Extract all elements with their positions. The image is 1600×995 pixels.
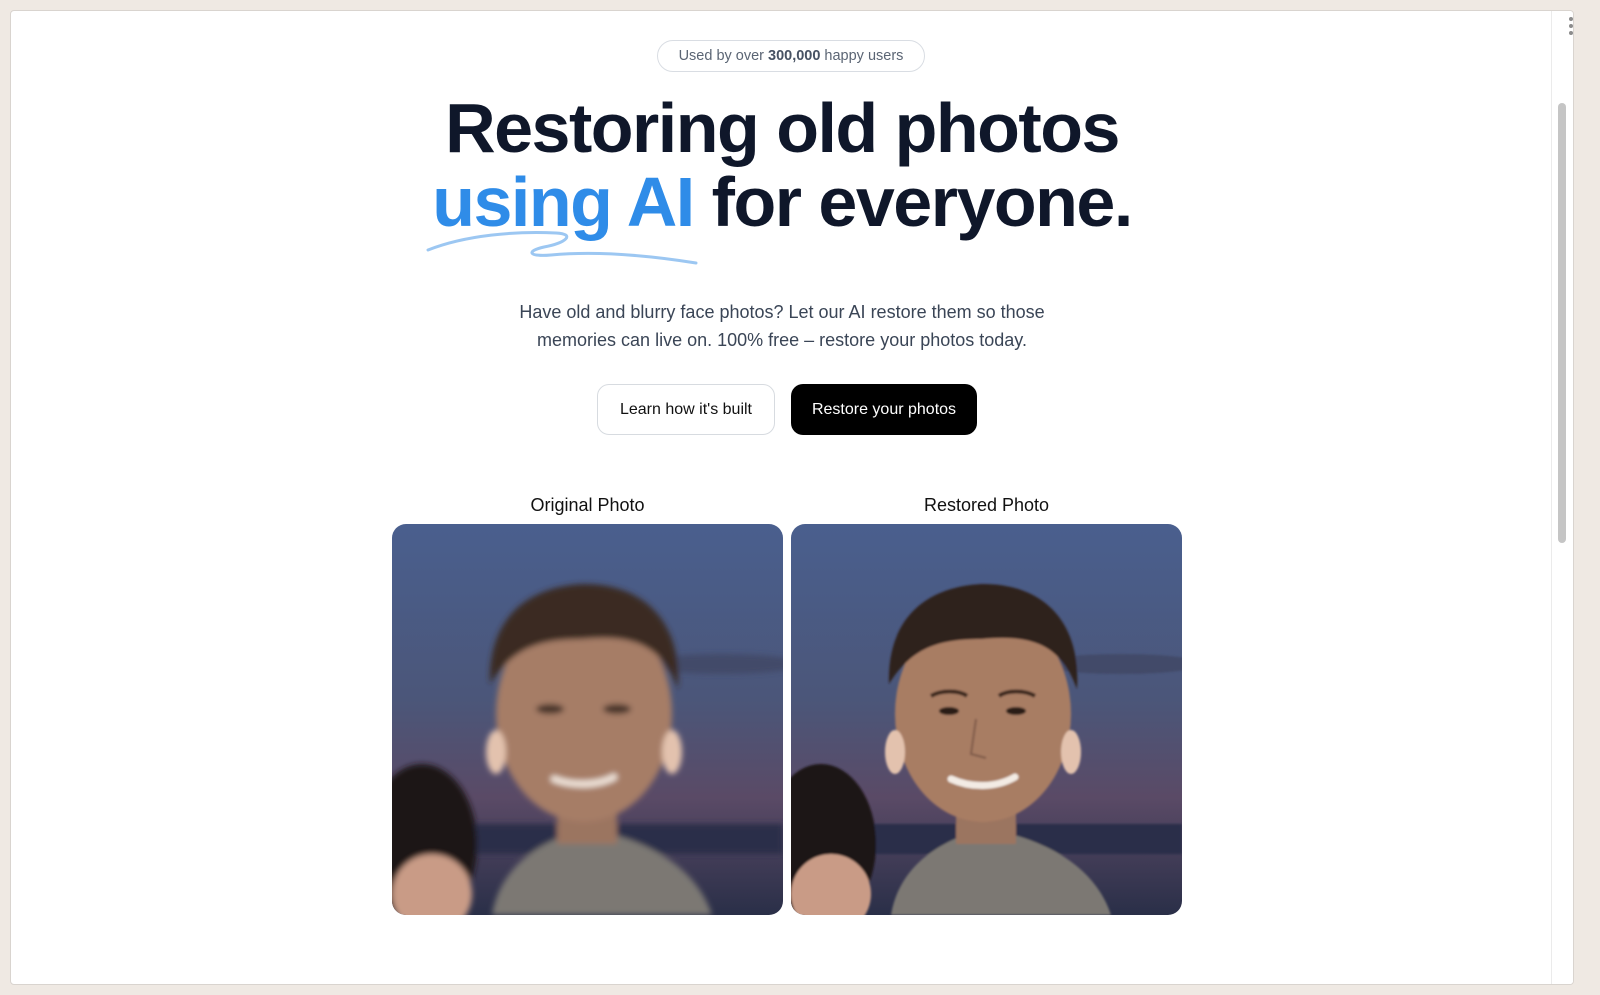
- underline-scribble-icon: [426, 231, 698, 265]
- hero-line-1: Restoring old photos: [445, 89, 1120, 167]
- badge-count: 300,000: [768, 48, 821, 64]
- restored-photo-image: [791, 524, 1182, 915]
- original-photo-image: [392, 524, 783, 915]
- hero-line-2: using AI for everyone.: [11, 165, 1553, 239]
- hero-subtitle: Have old and blurry face photos? Let our…: [519, 302, 1045, 350]
- hero-line-2-rest: for everyone.: [711, 163, 1134, 241]
- badge-suffix: happy users: [824, 48, 904, 64]
- page-content: Used by over 300,000 happy users Restori…: [11, 11, 1553, 984]
- learn-how-built-button[interactable]: Learn how it's built: [597, 384, 775, 435]
- original-photo-label: Original Photo: [530, 495, 645, 515]
- more-options-icon[interactable]: [1567, 17, 1573, 35]
- browser-window: Used by over 300,000 happy users Restori…: [10, 10, 1574, 985]
- scrollbar-thumb[interactable]: [1558, 103, 1566, 543]
- restored-photo-label: Restored Photo: [923, 495, 1050, 515]
- users-badge: Used by over 300,000 happy users: [657, 40, 925, 72]
- badge-prefix: Used by over: [678, 48, 764, 64]
- restored-photo: [791, 524, 1182, 915]
- scrollbar[interactable]: [1551, 11, 1573, 984]
- restore-photos-button[interactable]: Restore your photos: [791, 384, 977, 435]
- hero-heading: Restoring old photos using AI for everyo…: [11, 91, 1553, 239]
- original-photo: [392, 524, 783, 915]
